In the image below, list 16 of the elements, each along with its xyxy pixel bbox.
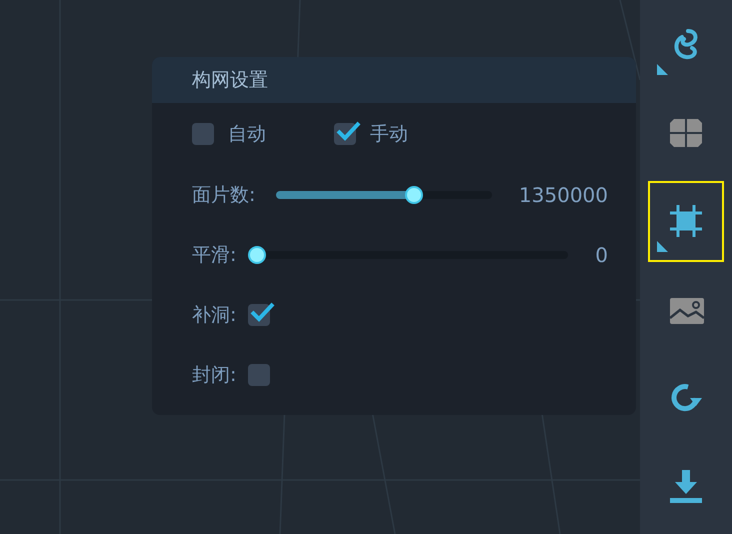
mode-label: 手动 — [370, 122, 408, 147]
submenu-indicator-icon — [657, 240, 668, 252]
checkbox[interactable] — [248, 364, 270, 386]
slider-value: 1350000 — [518, 182, 608, 209]
setting-label: 面片数: — [192, 182, 256, 208]
checkmark-icon — [249, 301, 276, 323]
checkmark-icon — [335, 120, 361, 142]
tool-button[interactable] — [648, 180, 724, 262]
setting-label: 补洞: — [192, 302, 236, 328]
setting-label: 平滑: — [192, 242, 236, 268]
panel-title: 构网设置 — [192, 68, 268, 93]
checkbox[interactable] — [192, 123, 214, 145]
slider-value: 0 — [595, 242, 608, 269]
submenu-indicator-icon — [657, 64, 668, 76]
setting-label: 封闭: — [192, 362, 236, 388]
mode-label: 自动 — [228, 122, 266, 147]
